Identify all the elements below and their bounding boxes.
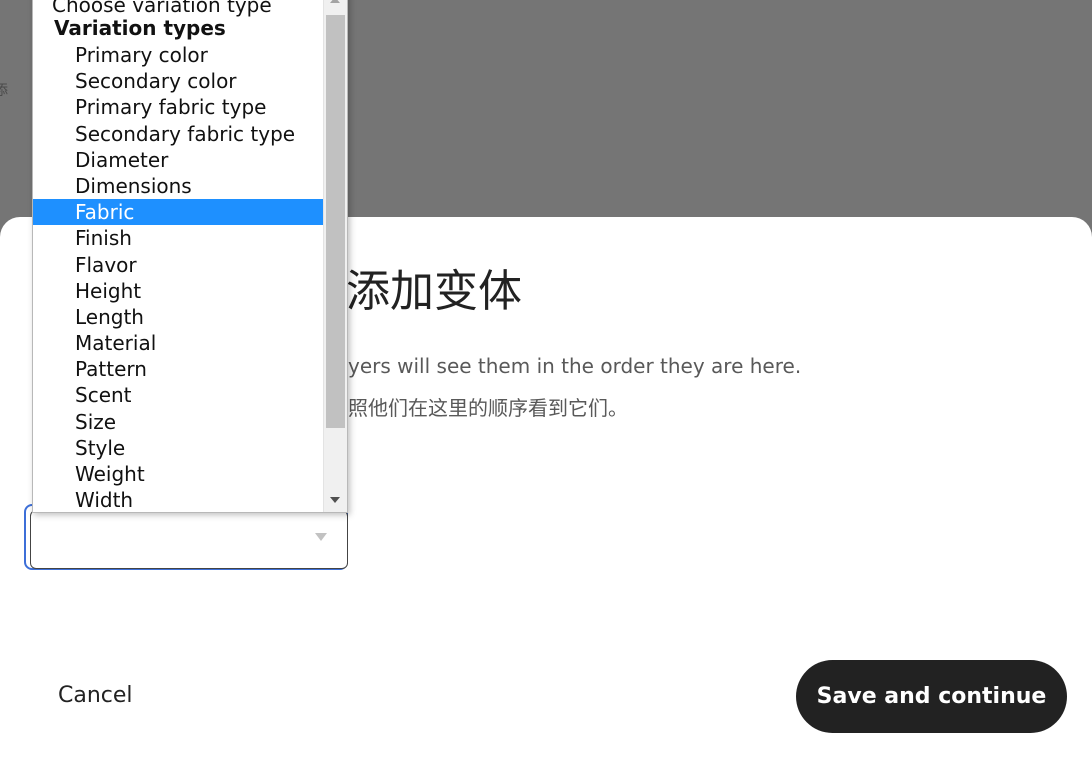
scroll-down-arrow-icon[interactable] (330, 497, 340, 503)
dropdown-option[interactable]: Pattern (33, 356, 323, 382)
chevron-down-icon[interactable] (315, 533, 327, 541)
dropdown-option[interactable]: Diameter (33, 147, 323, 173)
dropdown-scrollbar[interactable] (323, 0, 347, 512)
dropdown-placeholder-option[interactable]: Choose variation type (52, 0, 272, 17)
scroll-up-arrow-icon[interactable] (330, 0, 340, 3)
dropdown-option[interactable]: Fabric (33, 199, 323, 226)
dropdown-option[interactable]: Primary fabric type (33, 94, 323, 120)
dropdown-option[interactable]: Primary color (33, 42, 323, 68)
dropdown-options: Primary color Secondary color Primary fabr… (33, 42, 323, 512)
variation-type-select[interactable] (30, 510, 348, 569)
dropdown-option[interactable]: Weight (33, 461, 323, 487)
cancel-button[interactable]: Cancel (58, 681, 133, 711)
dropdown-option[interactable]: Style (33, 435, 323, 461)
modal-description-zh: 照他们在这里的顺序看到它们。 (348, 396, 628, 420)
dropdown-option[interactable]: Size (33, 409, 323, 435)
dropdown-option[interactable]: Length (33, 304, 323, 330)
dropdown-group-label: Variation types (54, 16, 226, 40)
save-and-continue-button[interactable]: Save and continue (796, 660, 1067, 733)
dropdown-option[interactable]: Height (33, 278, 323, 304)
dropdown-option[interactable]: Secondary color (33, 68, 323, 94)
variation-type-dropdown-list[interactable]: Choose variation type Variation types Pr… (32, 0, 348, 513)
dropdown-option[interactable]: Material (33, 330, 323, 356)
dropdown-option[interactable]: Width (33, 487, 323, 512)
dropdown-option[interactable]: Dimensions (33, 173, 323, 199)
backdrop-edge-text: 添 (0, 83, 8, 99)
dropdown-option[interactable]: Secondary fabric type (33, 121, 323, 147)
modal-description-en: yers will see them in the order they are… (348, 354, 802, 378)
modal-title: 添加变体 (346, 266, 522, 317)
dropdown-option[interactable]: Flavor (33, 252, 323, 278)
dropdown-option[interactable]: Finish (33, 225, 323, 251)
scrollbar-thumb[interactable] (326, 15, 345, 428)
dropdown-option[interactable]: Scent (33, 382, 323, 408)
